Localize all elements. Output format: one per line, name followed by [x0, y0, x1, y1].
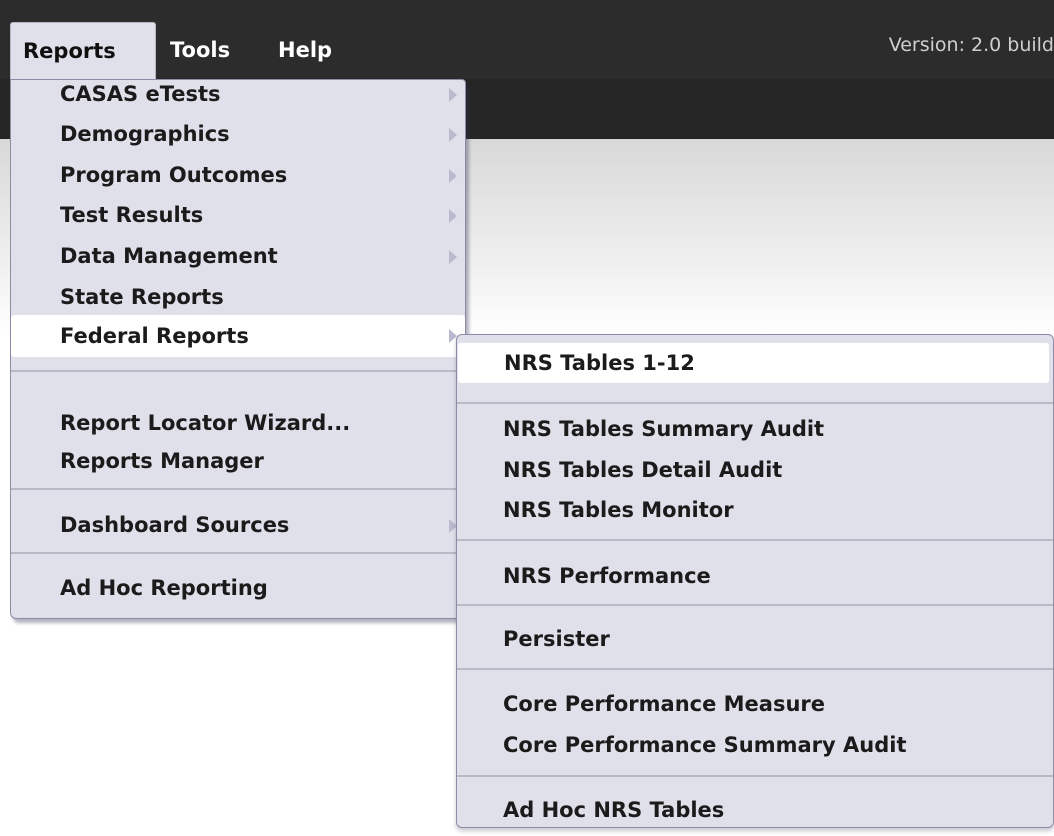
- menu-item-nrs-tables-detail-audit[interactable]: NRS Tables Detail Audit: [457, 450, 1053, 490]
- menu-separator: [457, 668, 1053, 670]
- menu-item-label: Reports Manager: [60, 449, 264, 473]
- menu-item-report-locator-wizard[interactable]: Report Locator Wizard...: [11, 403, 465, 443]
- menu-item-label: Program Outcomes: [60, 163, 288, 187]
- menu-item-dashboard-sources[interactable]: Dashboard Sources: [11, 505, 465, 545]
- menu-item-data-management[interactable]: Data Management: [11, 236, 465, 276]
- menu-item-label: Federal Reports: [60, 324, 249, 348]
- menu-item-state-reports[interactable]: State Reports: [11, 277, 465, 317]
- menu-separator: [11, 552, 465, 554]
- menu-item-nrs-tables-monitor[interactable]: NRS Tables Monitor: [457, 490, 1053, 530]
- submenu-arrow-icon: [449, 128, 457, 142]
- menu-item-nrs-tables-1-12[interactable]: NRS Tables 1-12: [458, 343, 1049, 383]
- menu-separator: [11, 370, 465, 372]
- menu-item-label: Test Results: [60, 203, 204, 227]
- menu-item-casas-etests[interactable]: CASAS eTests: [11, 74, 465, 114]
- menu-item-label: Dashboard Sources: [60, 513, 290, 537]
- menu-item-persister[interactable]: Persister: [457, 619, 1053, 659]
- menu-help[interactable]: Help: [266, 22, 344, 79]
- menu-item-nrs-performance[interactable]: NRS Performance: [457, 556, 1053, 596]
- submenu-arrow-icon: [449, 88, 457, 102]
- menu-item-test-results[interactable]: Test Results: [11, 195, 465, 235]
- menu-item-core-performance-measure[interactable]: Core Performance Measure: [457, 684, 1053, 724]
- menu-item-reports-manager[interactable]: Reports Manager: [11, 441, 465, 481]
- menu-separator: [457, 539, 1053, 541]
- menu-item-label: Report Locator Wizard...: [60, 411, 351, 435]
- menu-item-label: CASAS eTests: [60, 82, 221, 106]
- menu-item-nrs-tables-summary-audit[interactable]: NRS Tables Summary Audit: [457, 409, 1053, 449]
- menu-item-core-performance-summary-audit[interactable]: Core Performance Summary Audit: [457, 725, 1053, 765]
- submenu-arrow-icon: [449, 250, 457, 264]
- menu-item-ad-hoc-nrs-tables[interactable]: Ad Hoc NRS Tables: [457, 790, 1053, 830]
- menu-separator: [11, 488, 465, 490]
- menu-item-label: Demographics: [60, 122, 230, 146]
- submenu-arrow-icon: [449, 169, 457, 183]
- version-label: Version: 2.0 build: [888, 34, 1054, 56]
- menu-item-program-outcomes[interactable]: Program Outcomes: [11, 155, 465, 195]
- menu-item-ad-hoc-reporting[interactable]: Ad Hoc Reporting: [11, 568, 465, 608]
- menu-item-federal-reports[interactable]: Federal Reports: [11, 315, 465, 357]
- menu-tools[interactable]: Tools: [158, 22, 242, 79]
- submenu-arrow-icon: [449, 209, 457, 223]
- menu-separator: [457, 775, 1053, 777]
- federal-reports-submenu: NRS Tables 1-12 NRS Tables Summary Audit…: [456, 334, 1054, 828]
- menu-item-label: State Reports: [60, 285, 224, 309]
- menu-item-demographics[interactable]: Demographics: [11, 114, 465, 154]
- reports-dropdown: CASAS eTests Demographics Program Outcom…: [10, 79, 466, 619]
- menu-separator: [457, 402, 1053, 404]
- menu-item-label: Ad Hoc Reporting: [60, 576, 268, 600]
- menu-item-label: Data Management: [60, 244, 278, 268]
- menu-separator: [457, 604, 1053, 606]
- menu-reports[interactable]: Reports: [10, 22, 156, 79]
